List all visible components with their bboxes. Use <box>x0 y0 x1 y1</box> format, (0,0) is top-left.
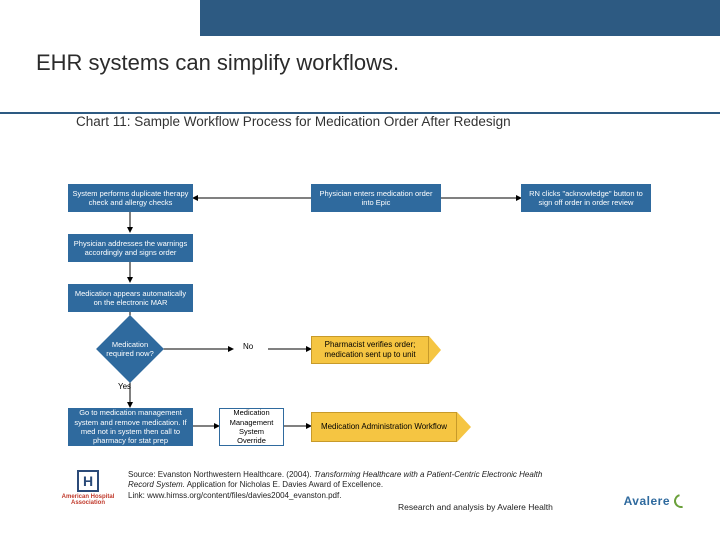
pharmacist-verifies-label: Pharmacist verifies order; medication se… <box>311 336 429 364</box>
node-system-checks: System performs duplicate therapy check … <box>68 184 193 212</box>
node-physician-enters: Physician enters medication order into E… <box>311 184 441 212</box>
top-bar-accent <box>200 0 720 36</box>
workflow-canvas: System performs duplicate therapy check … <box>0 162 720 462</box>
decision-label: Medication required now? <box>100 325 160 373</box>
page-title: EHR systems can simplify workflows. <box>0 36 720 84</box>
avalere-text: Avalere <box>624 494 670 508</box>
source-link: Link: www.himss.org/content/files/davies… <box>128 491 341 500</box>
node-override: Medication Management System Override <box>219 408 284 446</box>
logo-aha: H American Hospital Association <box>58 470 118 510</box>
source-prefix: Source: Evanston Northwestern Healthcare… <box>128 470 314 479</box>
node-pharmacist-verifies: Pharmacist verifies order; medication se… <box>311 336 441 364</box>
decision-med-now: Medication required now? <box>106 325 154 373</box>
swish-icon <box>671 491 690 510</box>
edge-label-yes: Yes <box>118 382 131 391</box>
footer: H American Hospital Association Source: … <box>58 470 678 530</box>
node-physician-addresses: Physician addresses the warnings accordi… <box>68 234 193 262</box>
node-rn-ack: RN clicks "acknowledge" button to sign o… <box>521 184 651 212</box>
chart-subtitle: Chart 11: Sample Workflow Process for Me… <box>0 84 720 129</box>
title-underline <box>0 112 720 114</box>
edge-label-no: No <box>243 342 253 351</box>
node-admin-workflow: Medication Administration Workflow <box>311 412 471 442</box>
logo-avalere: Avalere <box>624 494 688 508</box>
source-suffix: Application for Nicholas E. Davies Award… <box>185 480 383 489</box>
source-citation: Source: Evanston Northwestern Healthcare… <box>128 470 548 501</box>
hospital-h-icon: H <box>77 470 99 492</box>
top-bar <box>0 0 720 36</box>
logo-aha-text: American Hospital Association <box>58 494 118 506</box>
admin-workflow-label: Medication Administration Workflow <box>311 412 457 442</box>
node-goto-mgmt: Go to medication management system and r… <box>68 408 193 446</box>
node-med-appears: Medication appears automatically on the … <box>68 284 193 312</box>
attribution: Research and analysis by Avalere Health <box>398 502 553 512</box>
